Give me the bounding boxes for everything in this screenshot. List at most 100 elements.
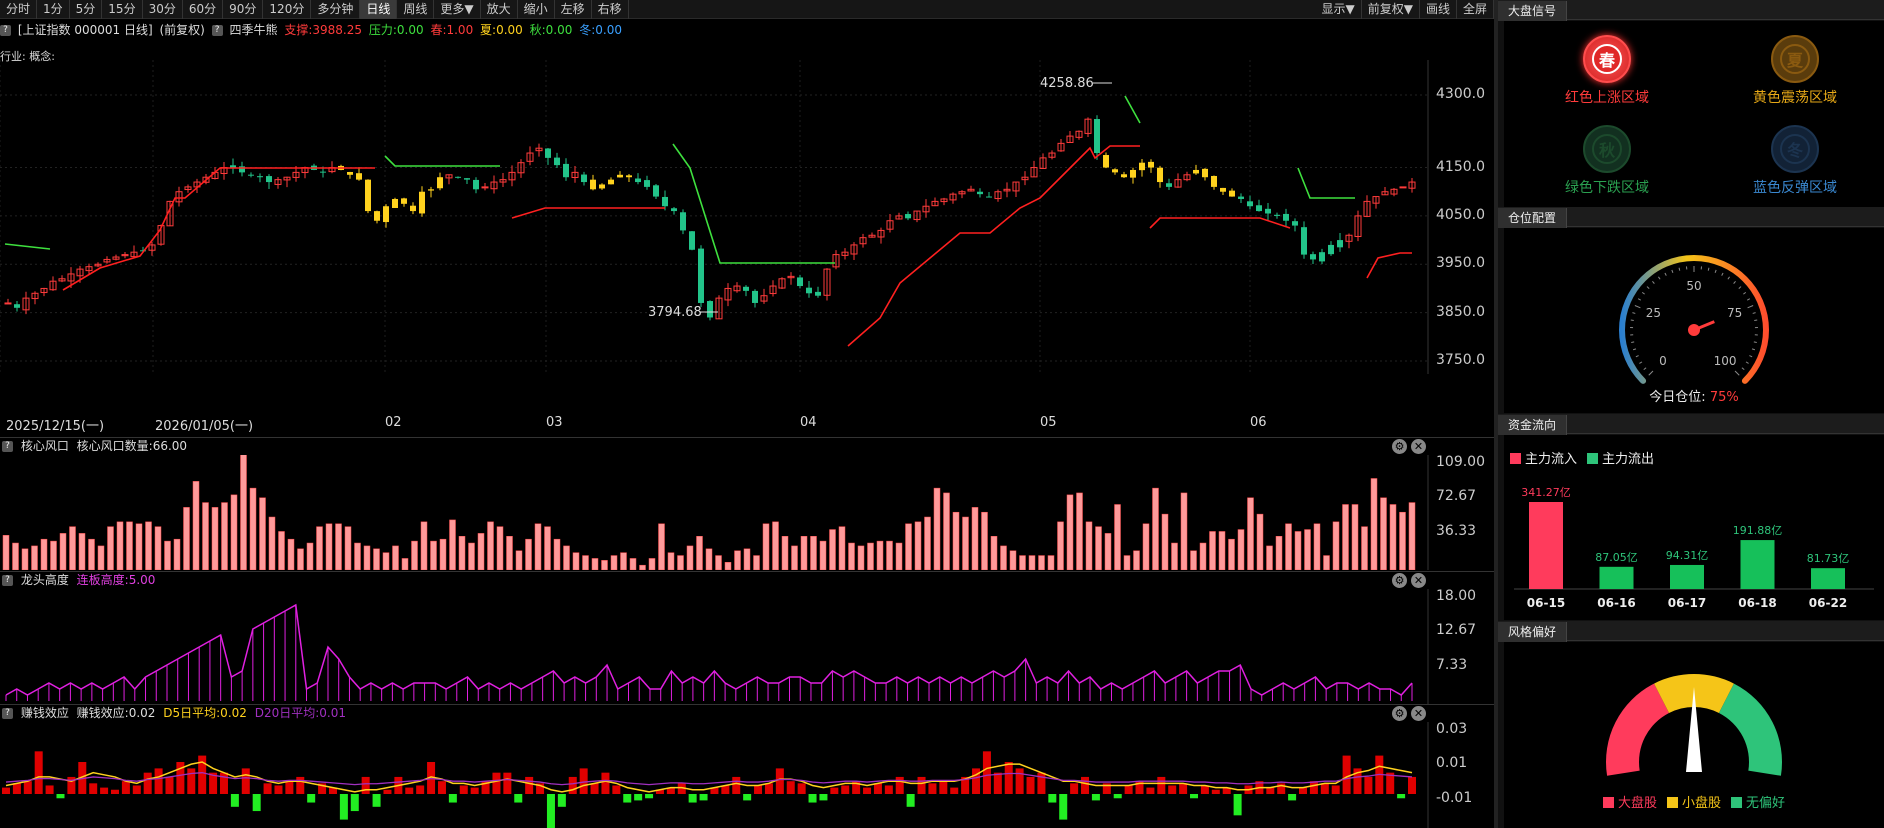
view-btn-2[interactable]: 画线 xyxy=(1420,0,1457,19)
flow-date-label: 06-17 xyxy=(1668,596,1706,610)
core-bar xyxy=(971,507,979,570)
panel-tick: 0.01 xyxy=(1436,755,1468,771)
core-bar xyxy=(1304,529,1311,570)
period-btn-3[interactable]: 15分 xyxy=(102,0,143,19)
period-btn-1[interactable]: 1分 xyxy=(37,0,70,19)
flow-bar xyxy=(1811,568,1845,589)
period-btn-8[interactable]: 多分钟 xyxy=(311,0,361,19)
core-bar xyxy=(981,511,988,570)
style-sector-large xyxy=(1606,683,1670,776)
core-bar xyxy=(639,564,646,570)
money-d5: D5日平均:0.02 xyxy=(163,706,247,720)
gauge-tick xyxy=(1743,291,1747,295)
money-bar xyxy=(873,783,882,794)
core-settings-icon[interactable]: ⚙ xyxy=(1392,439,1407,454)
period-btn-7[interactable]: 120分 xyxy=(263,0,312,19)
view-btn-0[interactable]: 显示▼ xyxy=(1316,0,1362,19)
money-bar xyxy=(895,776,904,794)
period-btn-12[interactable]: 放大 xyxy=(481,0,518,19)
core-bar xyxy=(287,538,295,570)
period-btn-5[interactable]: 60分 xyxy=(183,0,224,19)
money-bar xyxy=(1113,794,1122,799)
signal-秋[interactable]: 秋绿色下跌区域 xyxy=(1552,125,1662,197)
adjust-mode: (前复权) xyxy=(159,23,205,37)
core-bar xyxy=(249,487,257,570)
money-bar xyxy=(557,794,566,807)
gauge-tick xyxy=(1746,298,1751,301)
money-bar xyxy=(416,785,425,794)
money-bar xyxy=(1233,794,1242,816)
signal-夏[interactable]: 夏黄色震荡区域 xyxy=(1740,35,1850,107)
money-bar xyxy=(819,794,828,801)
period-btn-14[interactable]: 左移 xyxy=(555,0,592,19)
money-settings-icon[interactable]: ⚙ xyxy=(1392,706,1407,721)
candle-body xyxy=(419,191,425,214)
style-legend-item: 大盘股 xyxy=(1602,792,1657,811)
signal-春[interactable]: 春红色上涨区域 xyxy=(1552,35,1662,107)
period-btn-11[interactable]: 更多▼ xyxy=(434,0,481,19)
candle-body xyxy=(1157,167,1163,183)
core-bar xyxy=(88,538,95,570)
core-bar xyxy=(1266,545,1273,570)
candle-body xyxy=(410,205,416,212)
money-bar xyxy=(634,794,643,801)
candle-body xyxy=(392,198,398,208)
candle-body xyxy=(266,176,272,183)
signal-冬[interactable]: 冬蓝色反弹区域 xyxy=(1740,125,1850,197)
money-bar xyxy=(645,794,654,799)
money-help-icon[interactable]: ? xyxy=(2,708,13,719)
core-bar xyxy=(135,523,143,570)
view-btn-1[interactable]: 前复权▼ xyxy=(1362,0,1420,19)
view-btn-3[interactable]: 全屏 xyxy=(1457,0,1494,19)
period-btn-0[interactable]: 分时 xyxy=(0,0,38,19)
period-btn-6[interactable]: 90分 xyxy=(223,0,264,19)
dragon-line xyxy=(5,603,1413,696)
flow-tab[interactable]: 资金流向 xyxy=(1498,415,1568,435)
candle-body xyxy=(707,301,713,318)
period-btn-4[interactable]: 30分 xyxy=(143,0,183,19)
core-bar xyxy=(506,536,513,570)
gauge-tick xyxy=(1639,361,1643,364)
core-bar xyxy=(791,545,798,570)
core-bar xyxy=(439,538,447,570)
indicator-help-icon[interactable]: ? xyxy=(211,25,223,36)
gauge-tick xyxy=(1671,269,1674,273)
candle-body xyxy=(626,175,632,178)
signal-tab[interactable]: 大盘信号 xyxy=(1498,1,1568,21)
season-shield-icon: 冬 xyxy=(1771,125,1819,173)
style-tab[interactable]: 风格偏好 xyxy=(1498,622,1568,642)
core-bar xyxy=(496,526,504,570)
core-bar xyxy=(1066,494,1074,570)
candlestick-chart[interactable]: 4258.86 3794.68 xyxy=(0,38,1494,412)
period-btn-15[interactable]: 右移 xyxy=(592,0,629,19)
dragon-settings-icon[interactable]: ⚙ xyxy=(1392,573,1407,588)
core-bar xyxy=(278,531,285,570)
core-bar xyxy=(582,555,589,570)
candle-body xyxy=(1256,205,1262,212)
dragon-help-icon[interactable]: ? xyxy=(2,575,13,586)
money-close-icon[interactable]: ✕ xyxy=(1411,706,1426,721)
money-bar xyxy=(1157,776,1166,794)
money-chart xyxy=(2,722,1429,828)
money-bar xyxy=(89,783,98,794)
period-btn-13[interactable]: 缩小 xyxy=(518,0,555,19)
autumn-value: 秋:0.00 xyxy=(529,23,573,37)
core-bar xyxy=(1389,504,1397,570)
period-btn-2[interactable]: 5分 xyxy=(70,0,103,19)
help-icon[interactable]: ? xyxy=(0,25,11,36)
core-bar xyxy=(886,540,893,570)
core-bar xyxy=(354,542,361,570)
candle-body xyxy=(1229,190,1235,197)
period-btn-9[interactable]: 日线 xyxy=(360,0,398,19)
dragon-close-icon[interactable]: ✕ xyxy=(1411,573,1426,588)
candle-body xyxy=(1319,252,1325,262)
core-bar xyxy=(202,502,209,570)
core-close-icon[interactable]: ✕ xyxy=(1411,439,1426,454)
core-help-icon[interactable]: ? xyxy=(2,441,13,452)
period-btn-10[interactable]: 周线 xyxy=(397,0,435,19)
indicator-name[interactable]: 四季牛熊 xyxy=(230,23,278,37)
position-tab[interactable]: 仓位配置 xyxy=(1498,208,1568,228)
support-line xyxy=(62,167,375,291)
style-header: 风格偏好 xyxy=(1498,621,1884,642)
gauge-tick xyxy=(1751,348,1756,351)
